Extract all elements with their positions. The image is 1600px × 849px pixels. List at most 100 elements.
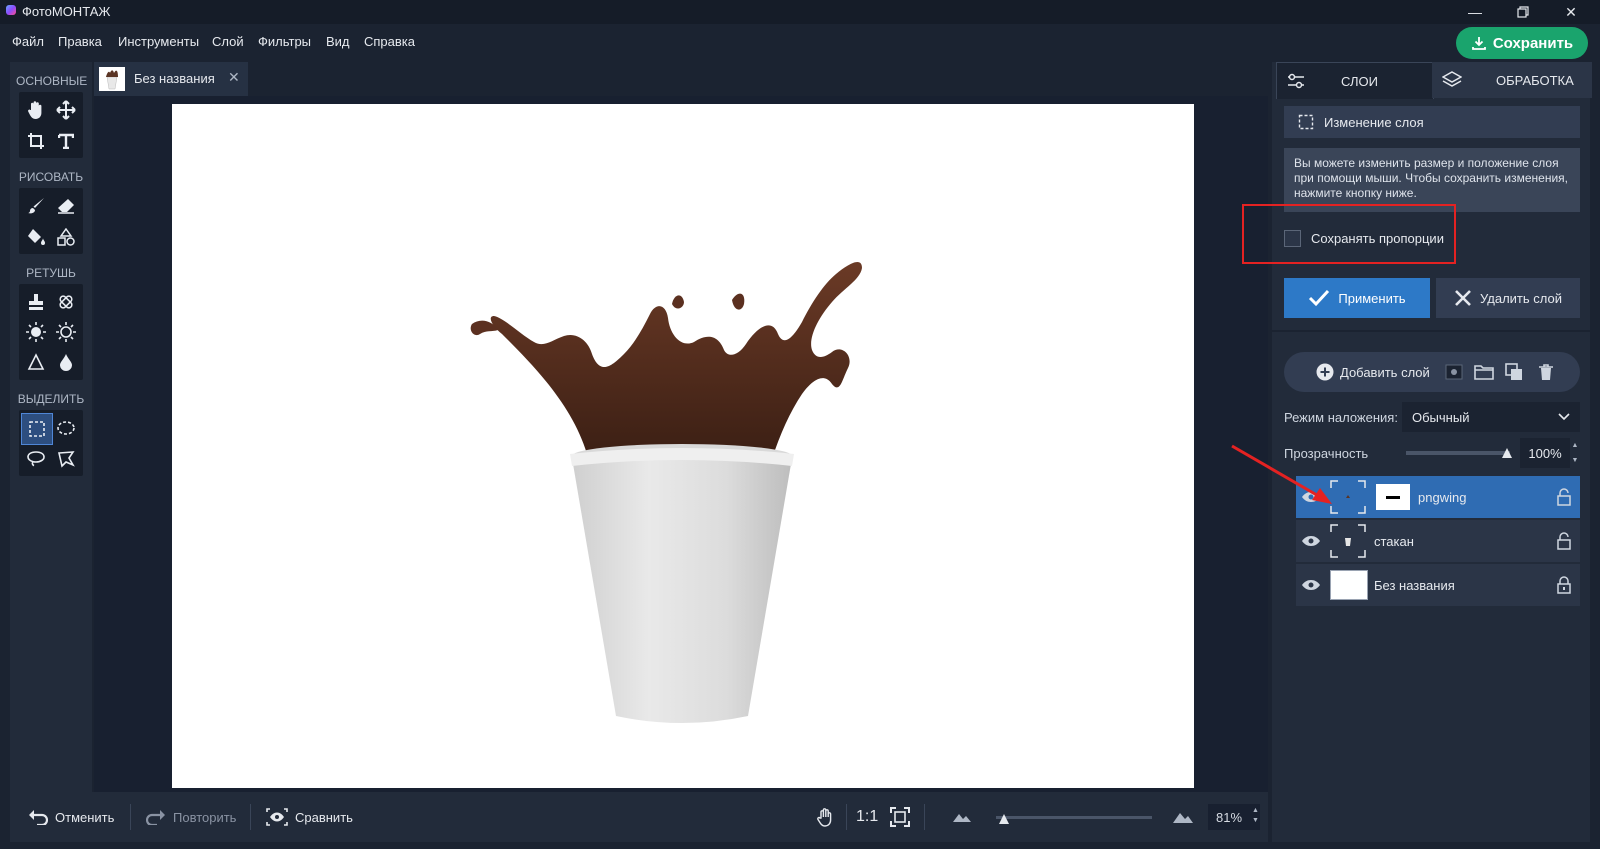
hand-icon[interactable] [21,95,51,125]
redo-button[interactable]: Повторить [146,792,236,842]
annotation-highlight-box [1242,204,1456,264]
opacity-value[interactable]: 100% [1520,438,1570,468]
opacity-slider-track[interactable] [1406,451,1510,455]
selection-frame-icon [1298,114,1314,130]
opacity-spinner[interactable]: ▲ ▼ [1570,438,1580,468]
fit-screen-button[interactable] [890,792,910,842]
stamp-icon[interactable] [21,287,51,317]
change-layer-header: Изменение слоя [1284,106,1580,138]
hint-text: Вы можете изменить размер и положение сл… [1284,148,1580,212]
tool-group-select [19,410,83,476]
brighten-icon[interactable] [21,317,51,347]
menu-layer[interactable]: Слой [212,34,244,49]
plus-circle-icon [1316,363,1334,381]
menu-bar: Файл Правка Инструменты Слой Фильтры Вид… [0,24,1600,60]
undo-icon [29,810,48,825]
layer-thumbnail [1330,568,1368,602]
actual-size-button[interactable]: 1:1 [856,792,878,842]
trash-icon[interactable] [1536,362,1556,382]
brush-icon[interactable] [21,191,51,221]
crop-icon[interactable] [21,126,51,156]
apply-label: Применить [1338,290,1406,306]
folder-icon[interactable] [1474,362,1494,382]
eye-icon[interactable] [1300,576,1322,594]
zoom-in-icon[interactable] [1172,792,1194,842]
menu-filters[interactable]: Фильтры [258,34,311,49]
compare-button[interactable]: Сравнить [266,792,353,842]
save-button[interactable]: Сохранить [1456,27,1588,59]
move-icon[interactable] [51,95,81,125]
text-icon[interactable] [51,126,81,156]
delete-layer-button[interactable]: Удалить слой [1436,278,1580,318]
opacity-slider-thumb[interactable] [1502,446,1512,458]
sharpen-icon[interactable] [21,347,51,377]
lasso-icon[interactable] [21,444,51,474]
undo-button[interactable]: Отменить [28,792,114,842]
section-label-basic: ОСНОВНЫЕ [16,74,88,88]
unlock-icon[interactable] [1556,488,1572,506]
add-layer-button[interactable]: Добавить слой [1316,352,1430,392]
mask-icon[interactable] [1444,362,1464,382]
sliders-icon [1288,73,1304,89]
minimize-icon[interactable]: — [1452,0,1498,24]
menu-view[interactable]: Вид [326,34,350,49]
eye-icon[interactable] [1300,532,1322,550]
layer-name: стакан [1374,533,1414,549]
fit-screen-icon [890,807,910,827]
checkmark-icon [1309,289,1330,307]
tool-group-retouch [19,284,83,380]
patch-icon[interactable] [51,287,81,317]
section-label-retouch: РЕТУШЬ [26,266,76,280]
shapes-icon[interactable] [51,222,81,252]
redo-label: Повторить [173,809,237,825]
duplicate-icon[interactable] [1504,362,1524,382]
section-label-select: ВЫДЕЛИТЬ [17,392,85,406]
polygon-lasso-icon[interactable] [51,444,81,474]
menu-file[interactable]: Файл [12,34,44,49]
close-icon[interactable]: ✕ [1548,0,1594,24]
separator [846,804,847,830]
zoom-slider-track[interactable] [996,816,1152,819]
tab-layers-label: СЛОИ [1341,73,1378,89]
unlock-icon[interactable] [1556,532,1572,550]
blend-mode-value: Обычный [1412,409,1470,425]
fill-icon[interactable] [21,222,51,252]
document-tab-title: Без названия [134,71,215,86]
redo-icon [146,810,165,825]
image-canvas[interactable] [172,104,1194,788]
menu-edit[interactable]: Правка [58,34,102,49]
tab-processing[interactable]: ОБРАБОТКА [1432,62,1592,98]
tab-layers[interactable]: СЛОИ [1276,62,1434,99]
layer-row-background[interactable]: Без названия [1296,564,1580,606]
zoom-out-icon[interactable] [952,792,972,842]
layer-row-stakan[interactable]: стакан [1296,520,1580,562]
separator [924,804,925,830]
document-tab[interactable]: Без названия ✕ [94,62,248,96]
rect-select-icon[interactable] [21,413,53,445]
layer-name: pngwing [1418,489,1467,505]
darken-icon[interactable] [51,317,81,347]
app-logo-icon [6,5,16,15]
blend-mode-select[interactable]: Обычный [1402,402,1580,432]
cross-icon [1455,290,1471,306]
zoom-spinner[interactable]: ▲ ▼ [1252,806,1259,826]
ellipse-select-icon[interactable] [51,413,81,443]
layers-stack-icon [1442,71,1462,87]
layer-thumbnail [1330,524,1366,558]
menu-tools[interactable]: Инструменты [118,34,199,49]
pan-hand-icon [817,808,832,827]
hand-tool-button[interactable] [816,792,834,842]
blur-drop-icon[interactable] [51,347,81,377]
tool-group-draw [19,188,83,254]
close-tab-icon[interactable]: ✕ [228,69,240,86]
annotation-arrow [1228,442,1338,512]
lock-icon[interactable] [1556,576,1572,594]
tool-panel: ОСНОВНЫЕ РИСОВАТЬ РЕТУШЬ ВЫДЕЛИТЬ [10,62,92,792]
zoom-slider-thumb[interactable] [998,812,1009,824]
eraser-icon[interactable] [51,191,81,221]
apply-button[interactable]: Применить [1284,278,1430,318]
menu-help[interactable]: Справка [364,34,415,49]
restore-icon[interactable] [1500,0,1546,24]
layer-row-pngwing[interactable]: pngwing [1296,476,1580,518]
delete-layer-label: Удалить слой [1480,290,1562,306]
